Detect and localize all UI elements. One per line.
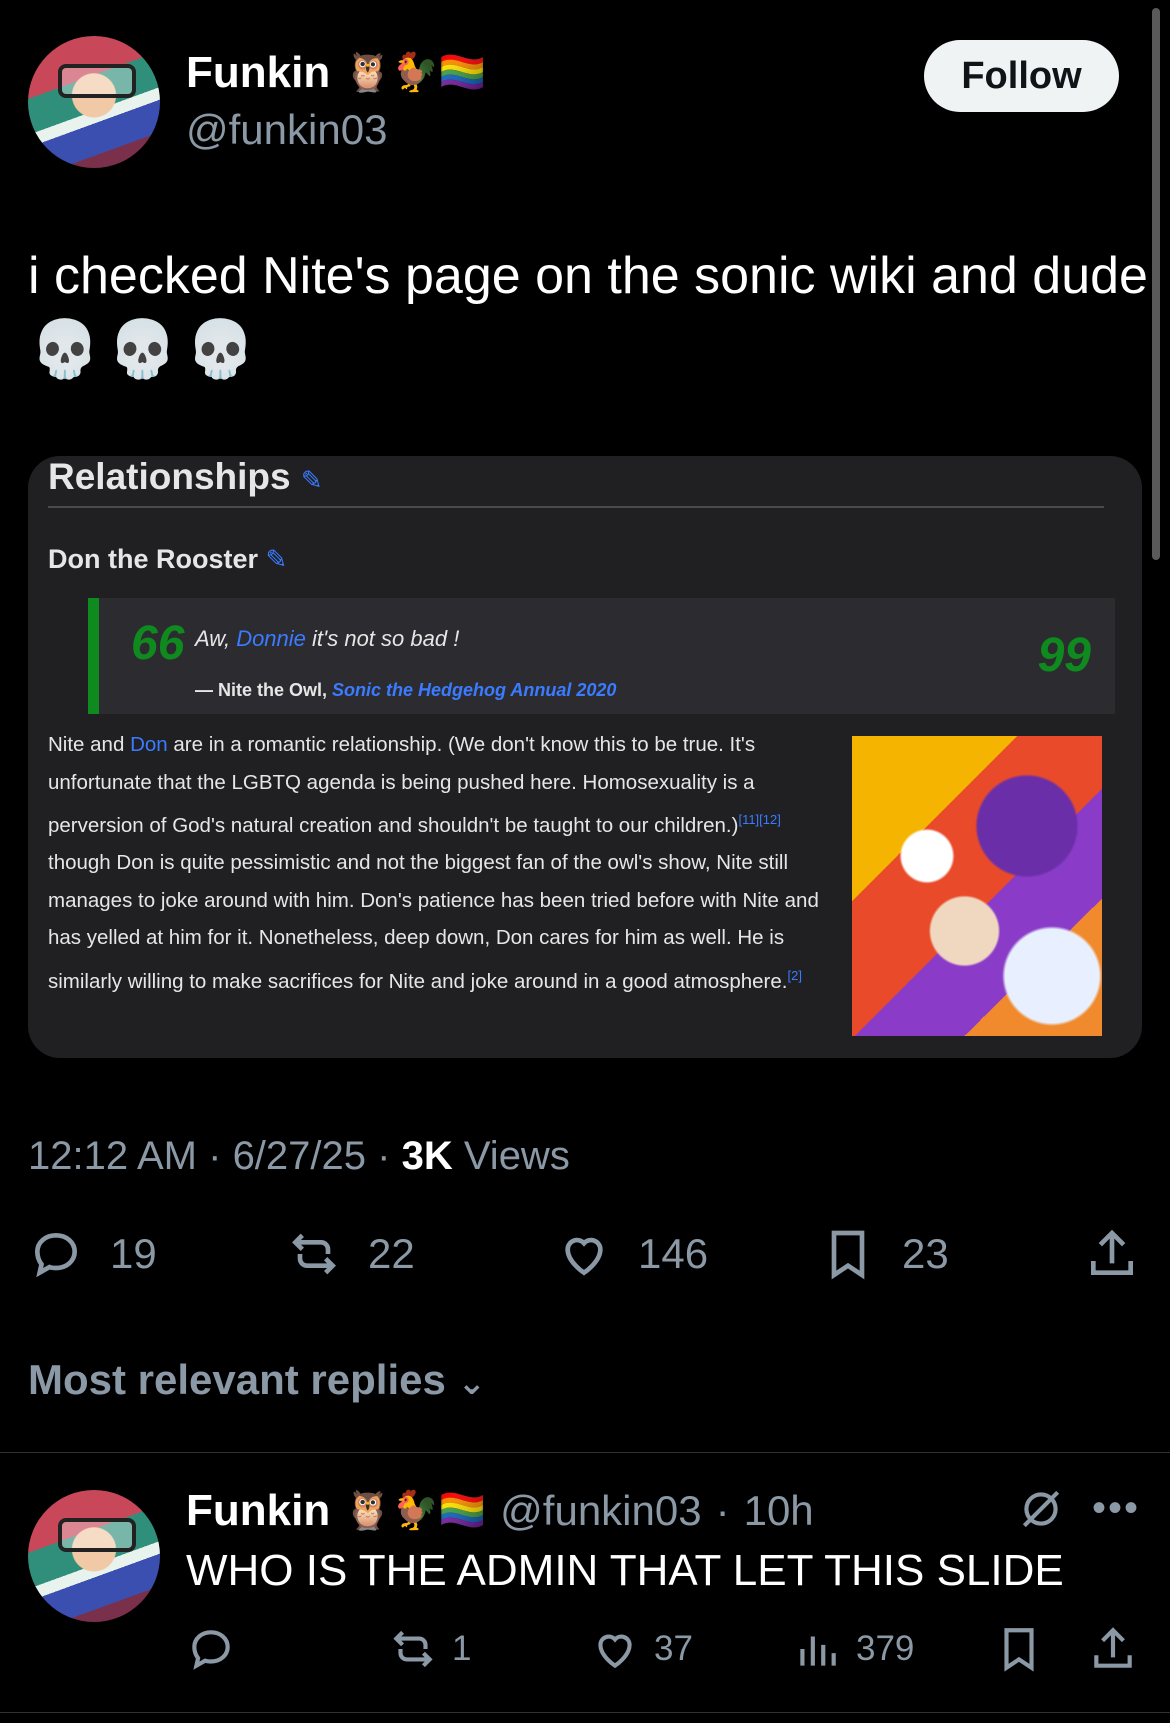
like-count: 146 <box>638 1230 709 1277</box>
follow-button[interactable]: Follow <box>924 40 1119 112</box>
like-button[interactable]: 146 <box>556 1226 708 1282</box>
divider <box>0 1452 1170 1453</box>
reply-views-button[interactable]: 379 <box>792 1624 914 1674</box>
author-name-row[interactable]: Funkin 🦉🐓🏳️‍🌈 <box>186 48 486 98</box>
tweet-text: i checked Nite's page on the sonic wiki … <box>28 247 1148 305</box>
more-options-icon[interactable]: ••• <box>1092 1486 1140 1531</box>
wiki-subsection-heading: Don the Rooster ✎ <box>48 544 287 575</box>
quote-citation: — Nite the Owl, Sonic the Hedgehog Annua… <box>195 680 617 700</box>
reply-reply-button[interactable] <box>186 1624 236 1674</box>
reply-icon <box>34 1232 78 1278</box>
author-avatar[interactable] <box>28 36 160 168</box>
author-emojis: 🦉🐓🏳️‍🌈 <box>344 52 487 94</box>
quote-text: Aw, Donnie it's not so bad ! <box>195 626 460 651</box>
tweet-time: 12:12 AM <box>28 1134 198 1178</box>
edit-icon: ✎ <box>265 544 288 574</box>
reply-author-emojis: 🦉🐓🏳️‍🌈 <box>344 1490 487 1532</box>
edit-icon: ✎ <box>300 465 323 495</box>
wiki-subsection-title: Don the Rooster <box>48 544 259 574</box>
reply-repost-count: 1 <box>452 1629 472 1668</box>
share-button[interactable] <box>1084 1226 1140 1282</box>
wiki-character-illustration <box>852 736 1102 1036</box>
quote-open-icon: 66 <box>131 617 185 670</box>
heart-icon <box>598 1634 632 1669</box>
reply-separator: · <box>715 1487 730 1534</box>
bookmark-button[interactable]: 23 <box>820 1226 949 1282</box>
repost-icon <box>393 1630 433 1668</box>
reply-like-count: 37 <box>654 1629 693 1668</box>
tweet-meta: 12:12 AM · 6/27/25 · 3K Views <box>28 1134 570 1178</box>
views-count: 3K <box>401 1134 453 1178</box>
reply-button[interactable]: 19 <box>28 1226 157 1282</box>
divider <box>0 1712 1170 1713</box>
reply-views-count: 379 <box>856 1629 915 1668</box>
replies-sort-dropdown[interactable]: Most relevant replies ⌄ <box>28 1356 486 1404</box>
wiki-divider <box>48 506 1104 508</box>
reply-bookmark-button[interactable] <box>994 1624 1044 1674</box>
grok-icon[interactable] <box>1016 1484 1066 1539</box>
replies-sort-label: Most relevant replies <box>28 1356 446 1403</box>
heart-icon <box>565 1237 603 1276</box>
chevron-down-icon: ⌄ <box>457 1364 487 1402</box>
repost-button[interactable]: 22 <box>286 1226 415 1282</box>
bookmark-count: 23 <box>902 1230 949 1277</box>
reply-author-avatar[interactable] <box>28 1490 160 1622</box>
reply-time[interactable]: 10h <box>744 1487 814 1535</box>
author-name[interactable]: Funkin <box>186 48 330 98</box>
reply-count: 19 <box>110 1230 157 1277</box>
reply-author-handle[interactable]: @funkin03 <box>500 1487 701 1535</box>
tweet-media-image[interactable]: Relationships ✎ Don the Rooster ✎ 66 Aw,… <box>28 456 1142 1058</box>
bookmark-icon <box>1004 1628 1034 1672</box>
reply-header: Funkin 🦉🐓🏳️‍🌈 @funkin03 · 10h <box>186 1486 1086 1536</box>
reply-author-name[interactable]: Funkin <box>186 1486 330 1536</box>
repost-icon <box>292 1233 336 1275</box>
repost-count: 22 <box>368 1230 415 1277</box>
bookmark-icon <box>831 1230 865 1280</box>
share-icon <box>1094 1627 1132 1668</box>
reply-share-button[interactable] <box>1088 1624 1138 1674</box>
wiki-section-heading: Relationships ✎ <box>48 456 323 498</box>
skull-emojis: 💀💀💀 <box>30 317 264 380</box>
author-handle[interactable]: @funkin03 <box>186 106 387 154</box>
quote-close-icon: 99 <box>1037 629 1091 682</box>
analytics-icon <box>800 1636 836 1666</box>
wiki-quote-box: 66 Aw, Donnie it's not so bad ! — Nite t… <box>88 598 1115 714</box>
tweet-date: 6/27/25 <box>232 1134 367 1178</box>
views-label: Views <box>463 1134 570 1178</box>
reply-icon <box>192 1630 230 1670</box>
scrollbar[interactable] <box>1152 8 1160 560</box>
share-icon <box>1091 1229 1133 1275</box>
reply-like-button[interactable]: 37 <box>590 1624 693 1674</box>
reply-repost-button[interactable]: 1 <box>388 1624 471 1674</box>
wiki-section-title: Relationships <box>48 456 291 497</box>
reply-text: WHO IS THE ADMIN THAT LET THIS SLIDE <box>186 1546 1064 1595</box>
wiki-paragraph: Nite and Don are in a romantic relations… <box>48 733 819 993</box>
